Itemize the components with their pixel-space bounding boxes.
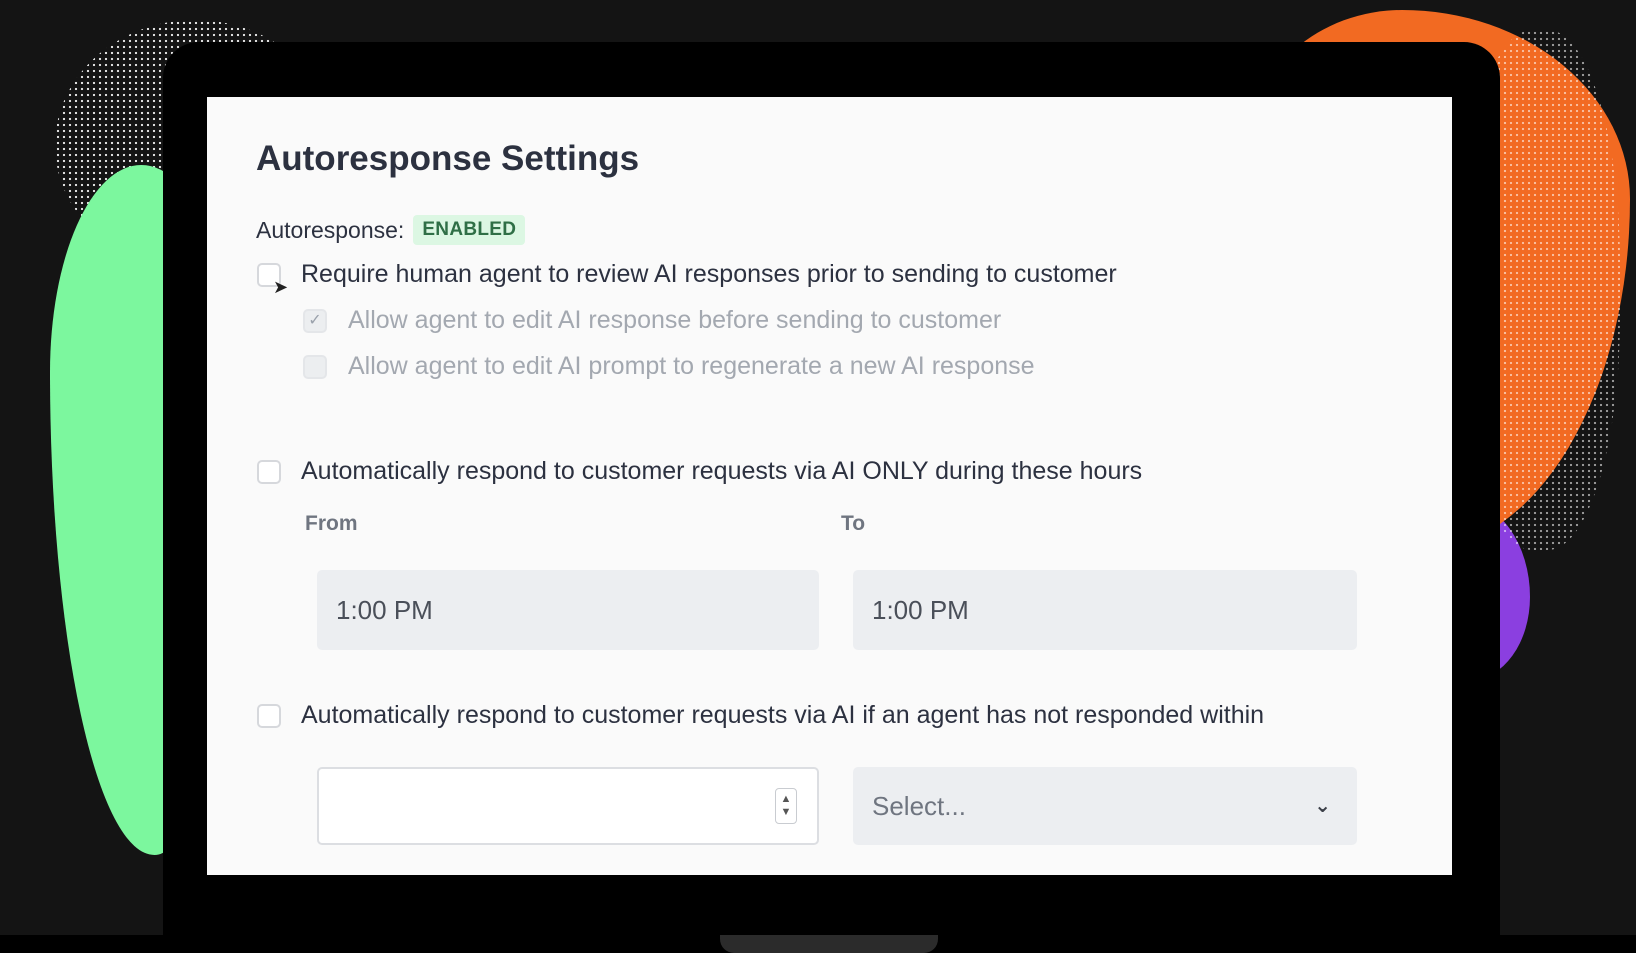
respond-hours-checkbox[interactable] <box>257 459 281 484</box>
allow-edit-response-label: Allow agent to edit AI response before s… <box>348 306 1002 334</box>
from-time-input[interactable]: 1:00 PM <box>317 570 819 650</box>
autoresponse-status: Autoresponse: ENABLED <box>256 215 526 245</box>
respond-hours-option[interactable]: Automatically respond to customer reques… <box>257 457 1142 486</box>
require-review-option[interactable]: Require human agent to review AI respons… <box>257 260 1117 289</box>
to-label: To <box>841 512 866 535</box>
timeout-unit-placeholder: Select... <box>872 790 966 821</box>
status-badge: ENABLED <box>413 215 526 245</box>
timeout-unit-select[interactable]: Select... ⌄ <box>853 767 1357 845</box>
check-icon: ✓ <box>308 311 322 329</box>
respond-hours-label: Automatically respond to customer reques… <box>301 457 1143 485</box>
page-title: Autoresponse Settings <box>256 139 640 178</box>
allow-edit-prompt-checkbox[interactable] <box>303 354 327 379</box>
laptop-notch <box>720 935 938 953</box>
from-time-value: 1:00 PM <box>336 594 433 625</box>
chevron-down-icon: ⌄ <box>1314 795 1331 817</box>
from-label: From <box>305 512 358 535</box>
to-time-input[interactable]: 1:00 PM <box>853 570 1357 650</box>
to-time-value: 1:00 PM <box>872 594 969 625</box>
respond-timeout-option[interactable]: Automatically respond to customer reques… <box>257 701 1264 730</box>
settings-panel: Autoresponse Settings Autoresponse: ENAB… <box>207 97 1452 875</box>
mouse-pointer-icon: ➤ <box>273 277 289 297</box>
respond-timeout-label: Automatically respond to customer reques… <box>301 701 1265 729</box>
timeout-amount-input[interactable]: ▲ ▼ <box>317 767 819 845</box>
respond-timeout-checkbox[interactable] <box>257 703 281 728</box>
allow-edit-response-checkbox[interactable]: ✓ <box>303 308 327 333</box>
number-spinner-icon[interactable]: ▲ ▼ <box>775 788 797 824</box>
allow-edit-response-option[interactable]: ✓ Allow agent to edit AI response before… <box>303 306 1001 335</box>
status-label: Autoresponse: <box>256 216 405 243</box>
allow-edit-prompt-option[interactable]: Allow agent to edit AI prompt to regener… <box>303 352 1035 381</box>
allow-edit-prompt-label: Allow agent to edit AI prompt to regener… <box>348 352 1035 380</box>
require-review-label: Require human agent to review AI respons… <box>301 260 1117 288</box>
